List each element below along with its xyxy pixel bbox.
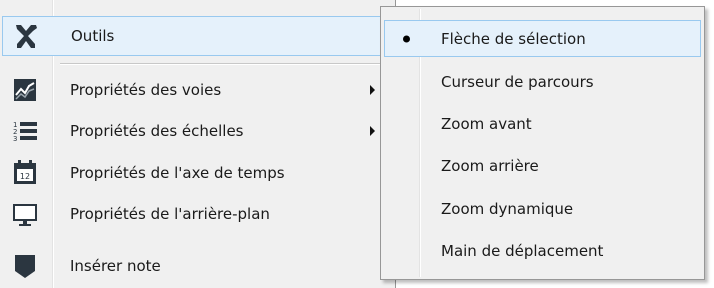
menu-item-proprietes-axe-temps[interactable]: 12 Propriétés de l'axe de temps xyxy=(0,153,396,193)
submenu-item-label: Flèche de sélection xyxy=(441,29,586,48)
submenu-item-label: Zoom arrière xyxy=(441,156,539,175)
svg-text:12: 12 xyxy=(20,172,30,181)
submenu-item-zoom-dynamique[interactable]: Zoom dynamique xyxy=(384,190,701,227)
menu-item-outils[interactable]: Outils xyxy=(2,16,394,56)
submenu-item-label: Main de déplacement xyxy=(441,241,604,260)
submenu-item-main-deplacement[interactable]: Main de déplacement xyxy=(384,232,701,269)
menu-item-label: Insérer note xyxy=(70,257,161,275)
menu-item-proprietes-voies[interactable]: Propriétés des voies xyxy=(0,70,396,110)
numbered-list-icon: 1 2 3 xyxy=(10,116,40,146)
submenu-item-zoom-arriere[interactable]: Zoom arrière xyxy=(384,147,701,184)
menu-item-proprietes-echelles[interactable]: 1 2 3 Propriétés des échelles xyxy=(0,111,396,151)
submenu-arrow-icon xyxy=(370,126,375,136)
menu-item-label: Propriétés des échelles xyxy=(70,122,244,140)
submenu-arrow-icon xyxy=(370,85,375,95)
submenu-item-label: Curseur de parcours xyxy=(441,72,594,91)
menu-item-inserer-note[interactable]: Insérer note xyxy=(0,246,396,286)
menu-item-label: Outils xyxy=(71,27,115,45)
note-icon xyxy=(10,251,40,281)
menu-item-label: Propriétés des voies xyxy=(70,81,222,99)
submenu-item-label: Zoom avant xyxy=(441,114,532,133)
radio-bullet-icon xyxy=(403,35,410,42)
svg-text:3: 3 xyxy=(13,135,17,143)
monitor-icon xyxy=(10,199,40,229)
submenu-item-label: Zoom dynamique xyxy=(441,199,574,218)
menu-item-label: Propriétés de l'arrière-plan xyxy=(70,205,270,223)
menu-item-label: Propriétés de l'axe de temps xyxy=(70,164,285,182)
menu-item-proprietes-arriere-plan[interactable]: Propriétés de l'arrière-plan xyxy=(0,194,396,234)
tools-icon xyxy=(11,21,41,51)
submenu-item-fleche-selection[interactable]: Flèche de sélection xyxy=(384,20,701,57)
calendar-icon: 12 xyxy=(10,158,40,188)
submenu-item-curseur-parcours[interactable]: Curseur de parcours xyxy=(384,63,701,100)
submenu-item-zoom-avant[interactable]: Zoom avant xyxy=(384,105,701,142)
context-menu: Outils Propriétés des voies 1 2 3 Propri… xyxy=(0,0,396,288)
tools-submenu: Flèche de sélection Curseur de parcours … xyxy=(380,6,705,280)
waveform-icon xyxy=(10,75,40,105)
